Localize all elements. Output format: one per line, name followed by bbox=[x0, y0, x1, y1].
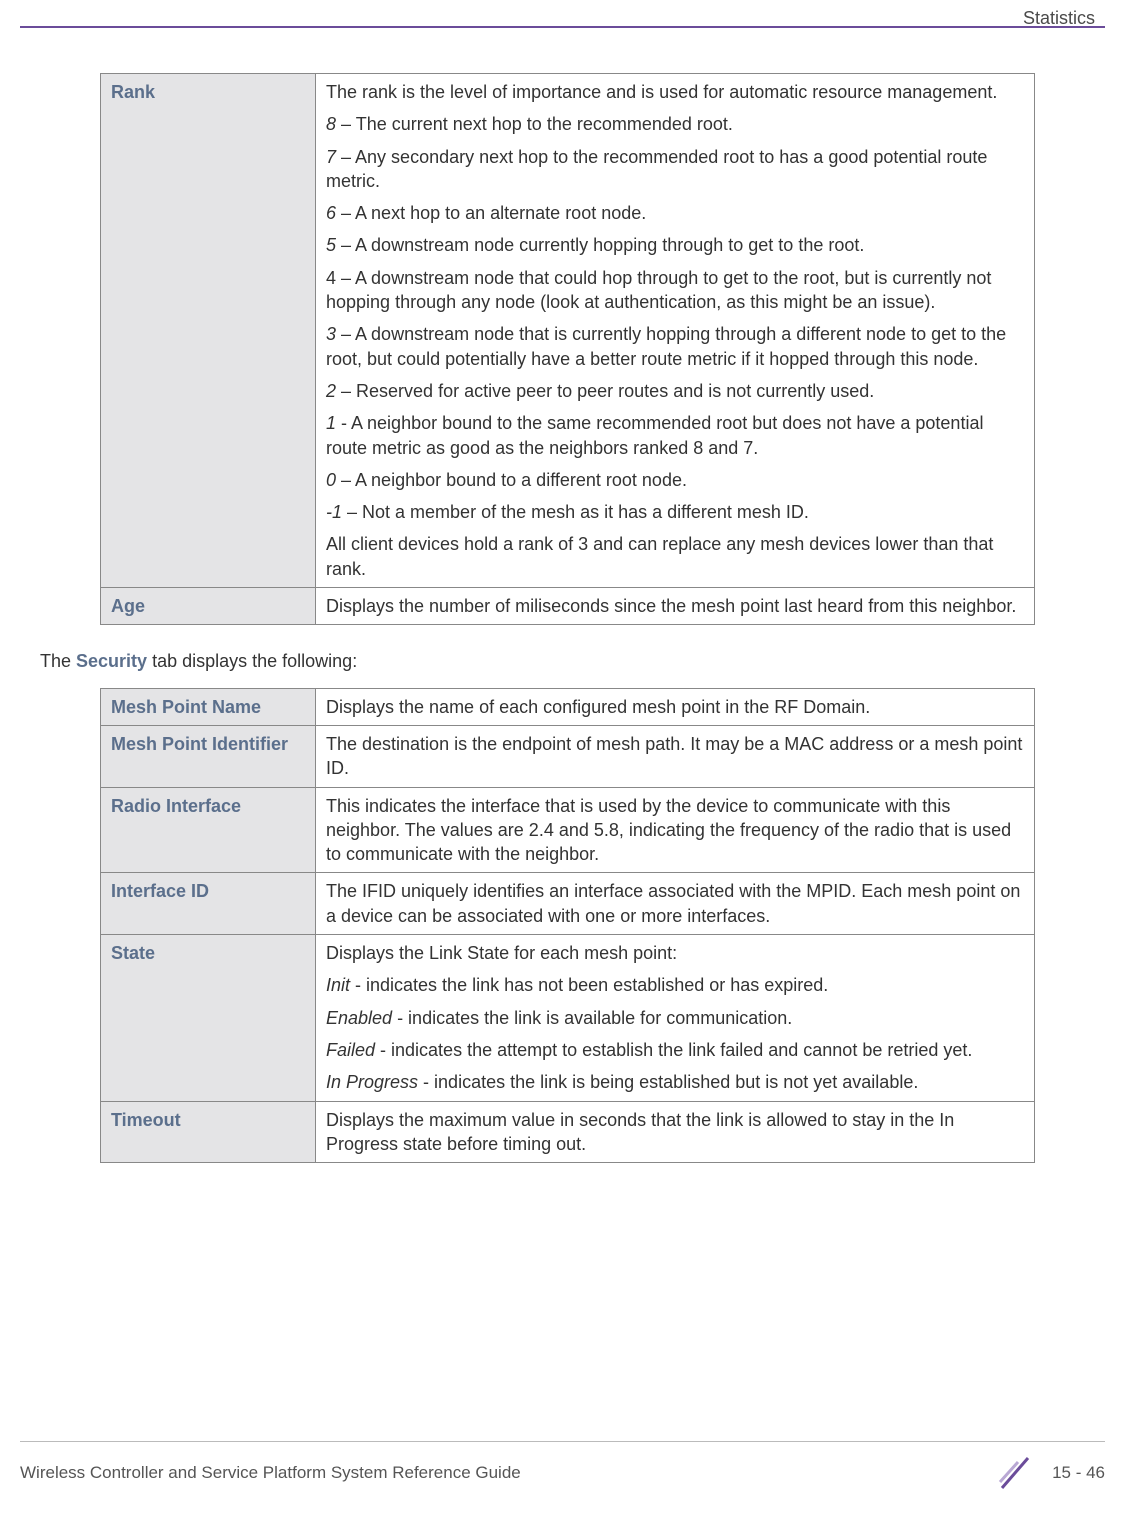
lead-term: -1 bbox=[326, 502, 342, 522]
section-label: Statistics bbox=[1023, 6, 1095, 30]
lead-term: 3 bbox=[326, 324, 336, 344]
desc-line: The destination is the endpoint of mesh … bbox=[326, 732, 1024, 781]
intro-bold: Security bbox=[76, 651, 147, 671]
table-row: Age Displays the number of miliseconds si… bbox=[101, 588, 1035, 625]
lead-term: In Progress bbox=[326, 1072, 418, 1092]
row-label: Rank bbox=[101, 74, 316, 588]
desc-text: 4 – A downstream node that could hop thr… bbox=[326, 268, 991, 312]
row-label: Timeout bbox=[101, 1101, 316, 1163]
table-row: Mesh Point Name Displays the name of each… bbox=[101, 688, 1035, 725]
row-description: The destination is the endpoint of mesh … bbox=[316, 725, 1035, 787]
desc-line: 1 - A neighbor bound to the same recomme… bbox=[326, 411, 1024, 460]
desc-text: – A next hop to an alternate root node. bbox=[336, 203, 646, 223]
lead-term: Failed bbox=[326, 1040, 375, 1060]
desc-line: 8 – The current next hop to the recommen… bbox=[326, 112, 1024, 136]
table-row: State Displays the Link State for each me… bbox=[101, 935, 1035, 1101]
desc-line: All client devices hold a rank of 3 and … bbox=[326, 532, 1024, 581]
desc-text: - indicates the attempt to establish the… bbox=[375, 1040, 972, 1060]
lead-term: 0 bbox=[326, 470, 336, 490]
header-rule bbox=[20, 0, 1105, 28]
table-row: Rank The rank is the level of importance … bbox=[101, 74, 1035, 588]
desc-text: All client devices hold a rank of 3 and … bbox=[326, 534, 993, 578]
footer-page: 15 - 46 bbox=[1052, 1462, 1105, 1485]
desc-text: The destination is the endpoint of mesh … bbox=[326, 734, 1022, 778]
row-description: The IFID uniquely identifies an interfac… bbox=[316, 873, 1035, 935]
row-description: Displays the name of each configured mes… bbox=[316, 688, 1035, 725]
desc-text: – A downstream node currently hopping th… bbox=[336, 235, 864, 255]
desc-text: The rank is the level of importance and … bbox=[326, 82, 997, 102]
intro-pre: The bbox=[40, 651, 76, 671]
footer-guide: Wireless Controller and Service Platform… bbox=[20, 1462, 521, 1485]
row-label: Interface ID bbox=[101, 873, 316, 935]
table-row: Mesh Point IdentifierThe destination is … bbox=[101, 725, 1035, 787]
desc-line: Displays the Link State for each mesh po… bbox=[326, 941, 1024, 965]
desc-text: – Any secondary next hop to the recommen… bbox=[326, 147, 987, 191]
lead-term: 1 bbox=[326, 413, 336, 433]
table-row: TimeoutDisplays the maximum value in sec… bbox=[101, 1101, 1035, 1163]
table-security: Mesh Point Name Displays the name of each… bbox=[100, 688, 1035, 1163]
page-footer: Wireless Controller and Service Platform… bbox=[20, 1441, 1105, 1494]
desc-line: 0 – A neighbor bound to a different root… bbox=[326, 468, 1024, 492]
desc-line: Displays the name of each configured mes… bbox=[326, 695, 1024, 719]
lead-term: 8 bbox=[326, 114, 336, 134]
row-label: Radio Interface bbox=[101, 787, 316, 873]
row-label: Age bbox=[101, 588, 316, 625]
row-description: Displays the maximum value in seconds th… bbox=[316, 1101, 1035, 1163]
desc-text: Displays the name of each configured mes… bbox=[326, 697, 870, 717]
intro-post: tab displays the following: bbox=[147, 651, 357, 671]
desc-text: The IFID uniquely identifies an interfac… bbox=[326, 881, 1020, 925]
desc-line: The IFID uniquely identifies an interfac… bbox=[326, 879, 1024, 928]
desc-text: Displays the number of miliseconds since… bbox=[326, 596, 1016, 616]
row-description: Displays the Link State for each mesh po… bbox=[316, 935, 1035, 1101]
desc-line: -1 – Not a member of the mesh as it has … bbox=[326, 500, 1024, 524]
security-intro: The Security tab displays the following: bbox=[40, 649, 1035, 673]
row-label: Mesh Point Name bbox=[101, 688, 316, 725]
desc-line: 2 – Reserved for active peer to peer rou… bbox=[326, 379, 1024, 403]
desc-text: – Not a member of the mesh as it has a d… bbox=[342, 502, 809, 522]
lead-term: 7 bbox=[326, 147, 336, 167]
table-row: Interface IDThe IFID uniquely identifies… bbox=[101, 873, 1035, 935]
desc-text: - A neighbor bound to the same recommend… bbox=[326, 413, 983, 457]
lead-term: Init bbox=[326, 975, 350, 995]
desc-text: - indicates the link is being establishe… bbox=[418, 1072, 918, 1092]
desc-text: Displays the maximum value in seconds th… bbox=[326, 1110, 954, 1154]
desc-text: – The current next hop to the recommende… bbox=[336, 114, 733, 134]
page-content: Rank The rank is the level of importance … bbox=[0, 28, 1125, 1163]
desc-text: - indicates the link is available for co… bbox=[392, 1008, 792, 1028]
row-label: State bbox=[101, 935, 316, 1101]
desc-text: – A neighbor bound to a different root n… bbox=[336, 470, 687, 490]
desc-line: Init - indicates the link has not been e… bbox=[326, 973, 1024, 997]
desc-text: – Reserved for active peer to peer route… bbox=[336, 381, 874, 401]
lead-term: Enabled bbox=[326, 1008, 392, 1028]
desc-line: Enabled - indicates the link is availabl… bbox=[326, 1006, 1024, 1030]
desc-line: The rank is the level of importance and … bbox=[326, 80, 1024, 104]
desc-line: 5 – A downstream node currently hopping … bbox=[326, 233, 1024, 257]
desc-text: – A downstream node that is currently ho… bbox=[326, 324, 1006, 368]
lead-term: 6 bbox=[326, 203, 336, 223]
footer-page-group: 15 - 46 bbox=[994, 1452, 1105, 1494]
row-description: This indicates the interface that is use… bbox=[316, 787, 1035, 873]
desc-line: 3 – A downstream node that is currently … bbox=[326, 322, 1024, 371]
desc-line: Failed - indicates the attempt to establ… bbox=[326, 1038, 1024, 1062]
lead-term: 5 bbox=[326, 235, 336, 255]
desc-line: In Progress - indicates the link is bein… bbox=[326, 1070, 1024, 1094]
table-rank-age: Rank The rank is the level of importance … bbox=[100, 73, 1035, 625]
row-description: Displays the number of miliseconds since… bbox=[316, 588, 1035, 625]
table-row: Radio InterfaceThis indicates the interf… bbox=[101, 787, 1035, 873]
desc-line: 4 – A downstream node that could hop thr… bbox=[326, 266, 1024, 315]
desc-line: Displays the number of miliseconds since… bbox=[326, 594, 1024, 618]
row-label: Mesh Point Identifier bbox=[101, 725, 316, 787]
lead-term: 2 bbox=[326, 381, 336, 401]
row-description: The rank is the level of importance and … bbox=[316, 74, 1035, 588]
desc-text: - indicates the link has not been establ… bbox=[350, 975, 828, 995]
desc-line: 7 – Any secondary next hop to the recomm… bbox=[326, 145, 1024, 194]
desc-line: 6 – A next hop to an alternate root node… bbox=[326, 201, 1024, 225]
desc-line: This indicates the interface that is use… bbox=[326, 794, 1024, 867]
desc-text: Displays the Link State for each mesh po… bbox=[326, 943, 677, 963]
slash-icon bbox=[994, 1452, 1036, 1494]
desc-line: Displays the maximum value in seconds th… bbox=[326, 1108, 1024, 1157]
desc-text: This indicates the interface that is use… bbox=[326, 796, 1011, 865]
